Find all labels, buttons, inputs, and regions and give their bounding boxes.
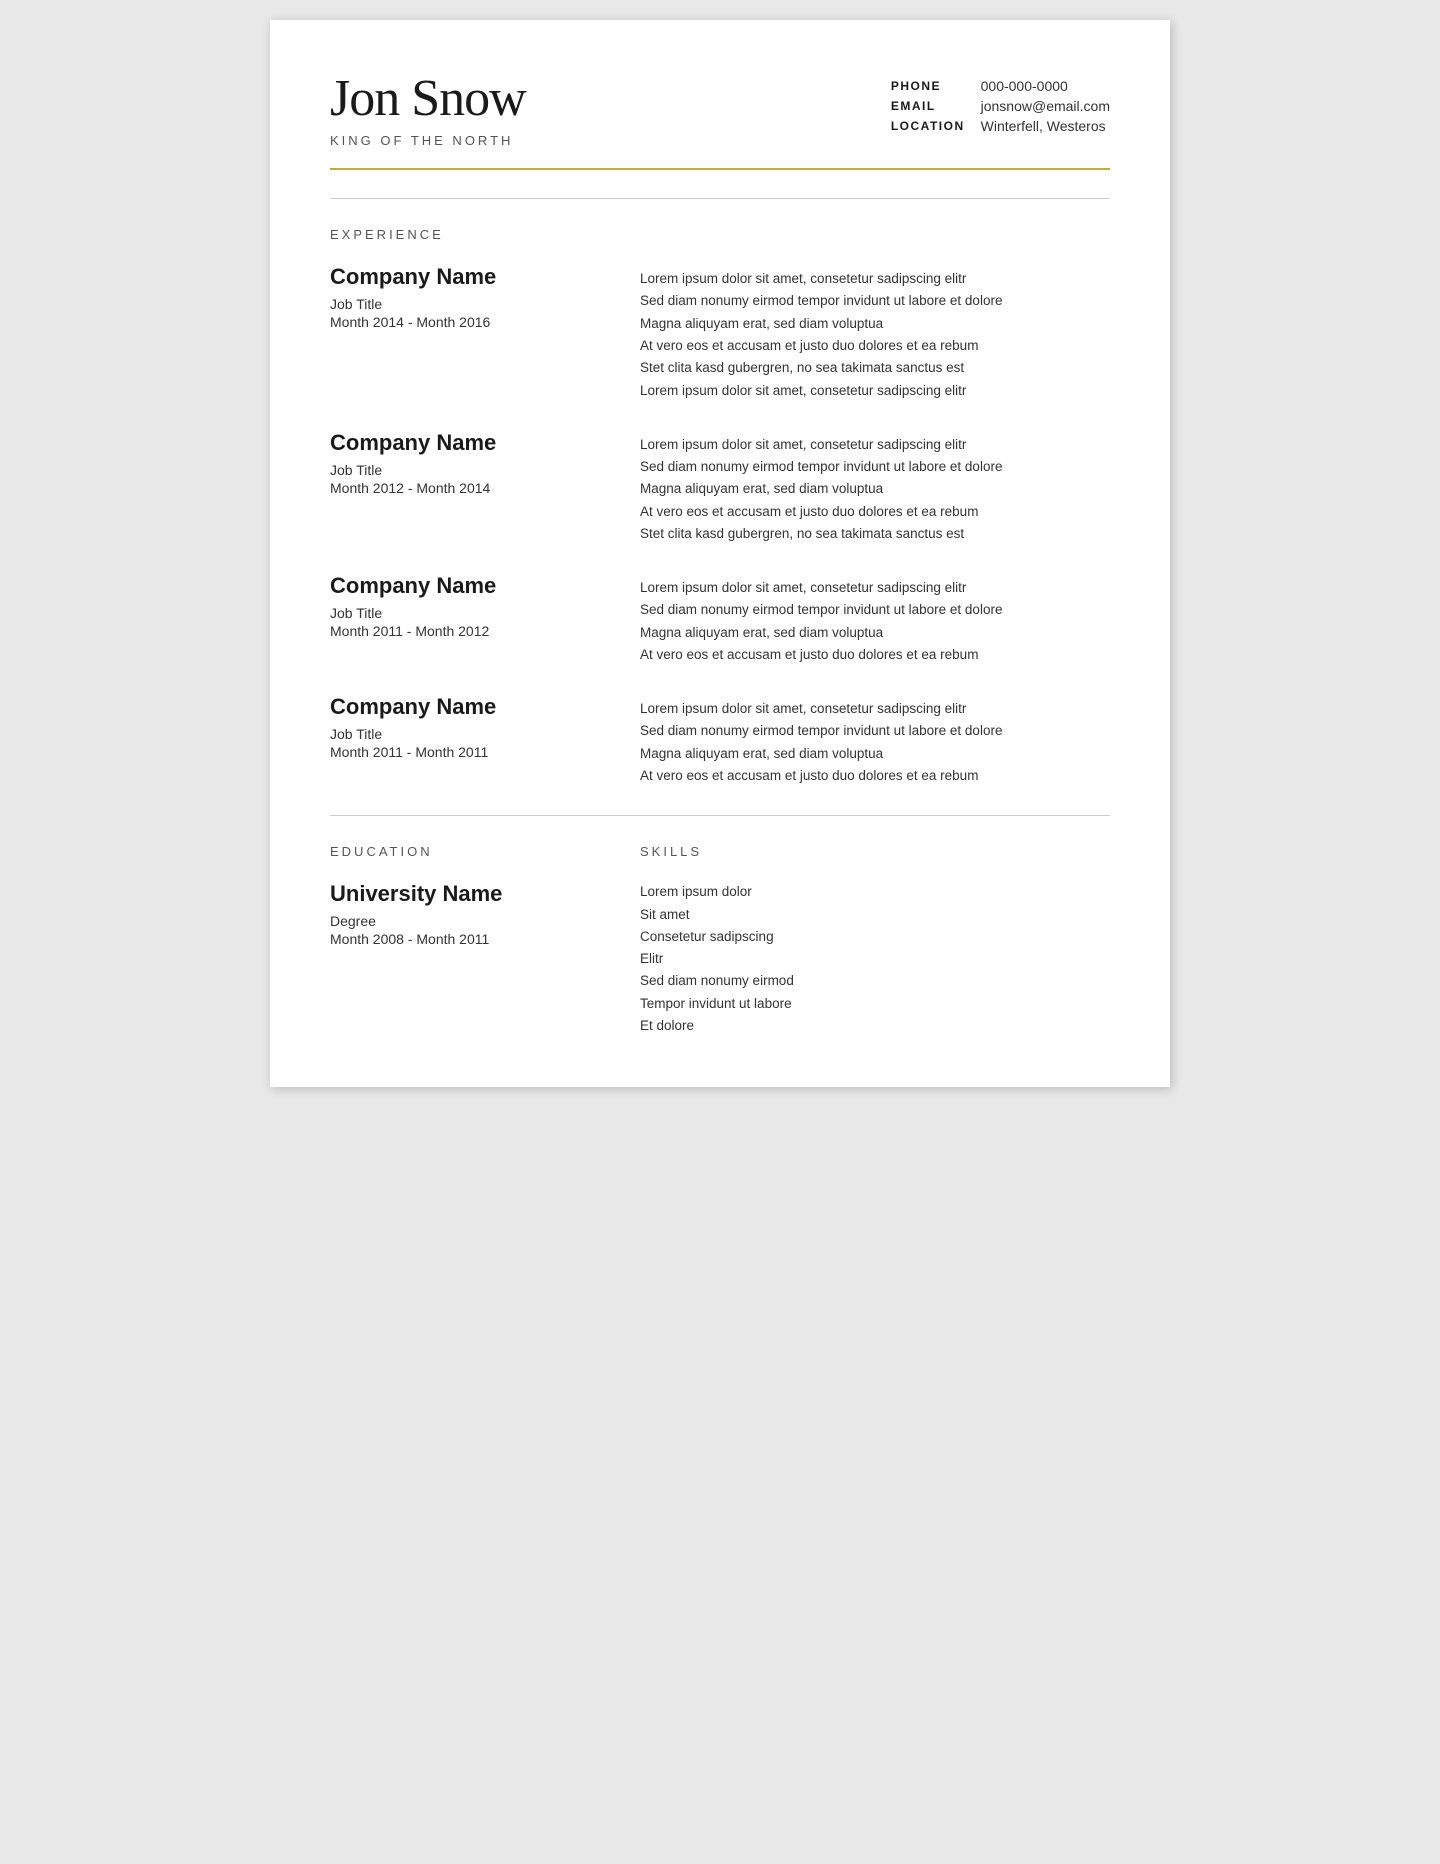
skill-item: Elitr bbox=[640, 948, 1110, 970]
exp-left: Company Name Job Title Month 2011 - Month … bbox=[330, 694, 640, 787]
header-left: Jon Snow KING OF THE NORTH bbox=[330, 70, 526, 148]
bottom-section: EDUCATION University Name Degree Month 2… bbox=[330, 844, 1110, 1037]
exp-desc-line: At vero eos et accusam et justo duo dolo… bbox=[640, 501, 1110, 523]
date-range: Month 2014 - Month 2016 bbox=[330, 314, 640, 330]
email-value: jonsnow@email.com bbox=[981, 98, 1110, 114]
job-title: Job Title bbox=[330, 296, 640, 312]
exp-desc-line: Sed diam nonumy eirmod tempor invidunt u… bbox=[640, 720, 1110, 742]
education-section-title: EDUCATION bbox=[330, 844, 640, 859]
exp-desc-line: Magna aliquyam erat, sed diam voluptua bbox=[640, 313, 1110, 335]
company-name: Company Name bbox=[330, 694, 640, 720]
university-name: University Name bbox=[330, 881, 640, 907]
exp-desc-line: At vero eos et accusam et justo duo dolo… bbox=[640, 765, 1110, 787]
company-name: Company Name bbox=[330, 264, 640, 290]
company-name: Company Name bbox=[330, 430, 640, 456]
skill-item: Sed diam nonumy eirmod bbox=[640, 970, 1110, 992]
exp-desc-line: At vero eos et accusam et justo duo dolo… bbox=[640, 335, 1110, 357]
location-value: Winterfell, Westeros bbox=[981, 118, 1110, 134]
exp-description: Lorem ipsum dolor sit amet, consetetur s… bbox=[640, 430, 1110, 545]
email-label: EMAIL bbox=[891, 99, 965, 113]
experience-section: EXPERIENCE Company Name Job Title Month 20… bbox=[330, 227, 1110, 787]
exp-left: Company Name Job Title Month 2014 - Month … bbox=[330, 264, 640, 402]
skill-item: Et dolore bbox=[640, 1015, 1110, 1037]
skill-item: Consetetur sadipscing bbox=[640, 926, 1110, 948]
header-divider bbox=[330, 198, 1110, 199]
date-range: Month 2011 - Month 2011 bbox=[330, 744, 640, 760]
experience-item: Company Name Job Title Month 2011 - Month … bbox=[330, 694, 1110, 787]
bottom-divider bbox=[330, 815, 1110, 816]
experience-item: Company Name Job Title Month 2011 - Month … bbox=[330, 573, 1110, 666]
experience-item: Company Name Job Title Month 2014 - Month … bbox=[330, 264, 1110, 402]
exp-desc-line: Lorem ipsum dolor sit amet, consetetur s… bbox=[640, 434, 1110, 456]
skill-item: Lorem ipsum dolor bbox=[640, 881, 1110, 903]
exp-desc-line: Sed diam nonumy eirmod tempor invidunt u… bbox=[640, 456, 1110, 478]
job-title: Job Title bbox=[330, 462, 640, 478]
education-section: EDUCATION University Name Degree Month 2… bbox=[330, 844, 640, 1037]
exp-desc-line: Magna aliquyam erat, sed diam voluptua bbox=[640, 743, 1110, 765]
skill-item: Sit amet bbox=[640, 904, 1110, 926]
phone-label: PHONE bbox=[891, 79, 965, 93]
exp-description: Lorem ipsum dolor sit amet, consetetur s… bbox=[640, 573, 1110, 666]
job-title: Job Title bbox=[330, 726, 640, 742]
exp-description: Lorem ipsum dolor sit amet, consetetur s… bbox=[640, 694, 1110, 787]
exp-desc-line: Stet clita kasd gubergren, no sea takima… bbox=[640, 523, 1110, 545]
date-range: Month 2011 - Month 2012 bbox=[330, 623, 640, 639]
exp-desc-line: Sed diam nonumy eirmod tempor invidunt u… bbox=[640, 290, 1110, 312]
job-title: Job Title bbox=[330, 605, 640, 621]
skills-section: SKILLS Lorem ipsum dolorSit ametConsetet… bbox=[640, 844, 1110, 1037]
edu-dates: Month 2008 - Month 2011 bbox=[330, 931, 640, 947]
exp-desc-line: Lorem ipsum dolor sit amet, consetetur s… bbox=[640, 380, 1110, 402]
degree: Degree bbox=[330, 913, 640, 929]
experience-section-title: EXPERIENCE bbox=[330, 227, 1110, 242]
experience-item: Company Name Job Title Month 2012 - Month … bbox=[330, 430, 1110, 545]
skills-section-title: SKILLS bbox=[640, 844, 1110, 859]
date-range: Month 2012 - Month 2014 bbox=[330, 480, 640, 496]
exp-desc-line: At vero eos et accusam et justo duo dolo… bbox=[640, 644, 1110, 666]
exp-left: Company Name Job Title Month 2011 - Month … bbox=[330, 573, 640, 666]
skill-item: Tempor invidunt ut labore bbox=[640, 993, 1110, 1015]
exp-left: Company Name Job Title Month 2012 - Month … bbox=[330, 430, 640, 545]
exp-desc-line: Stet clita kasd gubergren, no sea takima… bbox=[640, 357, 1110, 379]
header-section: Jon Snow KING OF THE NORTH PHONE 000-000… bbox=[330, 70, 1110, 170]
company-name: Company Name bbox=[330, 573, 640, 599]
exp-description: Lorem ipsum dolor sit amet, consetetur s… bbox=[640, 264, 1110, 402]
exp-desc-line: Lorem ipsum dolor sit amet, consetetur s… bbox=[640, 577, 1110, 599]
candidate-name: Jon Snow bbox=[330, 70, 526, 127]
exp-desc-line: Sed diam nonumy eirmod tempor invidunt u… bbox=[640, 599, 1110, 621]
candidate-subtitle: KING OF THE NORTH bbox=[330, 133, 526, 148]
exp-desc-line: Magna aliquyam erat, sed diam voluptua bbox=[640, 478, 1110, 500]
exp-desc-line: Magna aliquyam erat, sed diam voluptua bbox=[640, 622, 1110, 644]
resume-document: Jon Snow KING OF THE NORTH PHONE 000-000… bbox=[270, 20, 1170, 1087]
exp-desc-line: Lorem ipsum dolor sit amet, consetetur s… bbox=[640, 698, 1110, 720]
contact-info: PHONE 000-000-0000 EMAIL jonsnow@email.c… bbox=[891, 78, 1110, 134]
exp-desc-line: Lorem ipsum dolor sit amet, consetetur s… bbox=[640, 268, 1110, 290]
phone-value: 000-000-0000 bbox=[981, 78, 1110, 94]
location-label: LOCATION bbox=[891, 119, 965, 133]
